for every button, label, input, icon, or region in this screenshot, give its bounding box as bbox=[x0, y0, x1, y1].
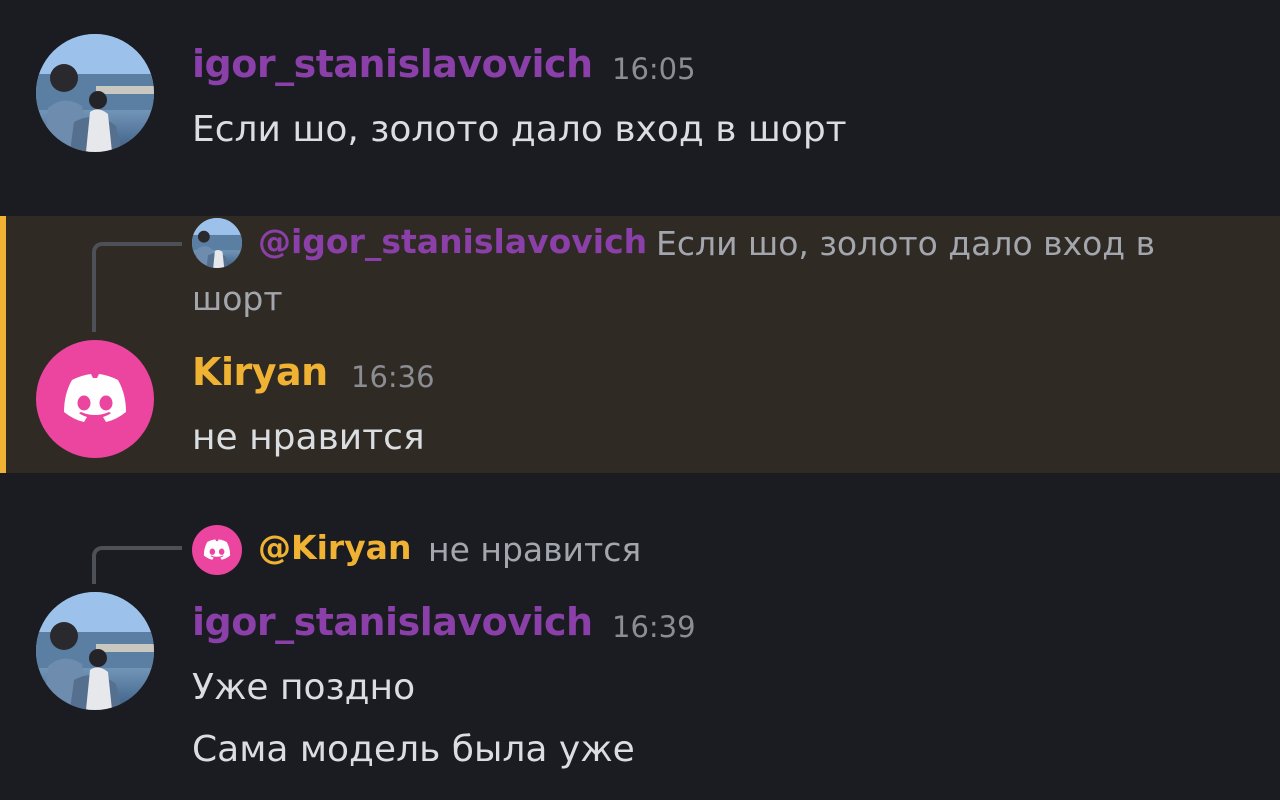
discord-logo-icon bbox=[203, 539, 231, 560]
reply-spine bbox=[92, 242, 182, 332]
reply-avatar[interactable] bbox=[192, 218, 242, 268]
message-text: не нравится bbox=[192, 417, 425, 458]
user-photo-icon bbox=[36, 592, 154, 710]
avatar[interactable] bbox=[36, 34, 154, 152]
message-timestamp: 16:36 bbox=[351, 360, 435, 394]
reply-preview-text[interactable]: не нравится bbox=[428, 523, 641, 577]
reply-mention[interactable]: @igor_stanislavovich bbox=[258, 222, 647, 261]
message-text: Уже поздно bbox=[192, 667, 416, 708]
reply-preview-text-continued[interactable]: шорт bbox=[192, 272, 283, 326]
message-author[interactable]: igor_stanislavovich bbox=[192, 600, 593, 644]
discord-logo-icon bbox=[64, 374, 126, 422]
reply-avatar[interactable] bbox=[192, 525, 242, 575]
message-author[interactable]: igor_stanislavovich bbox=[192, 42, 593, 86]
avatar[interactable] bbox=[36, 592, 154, 710]
message-timestamp: 16:05 bbox=[612, 52, 696, 86]
message-text: Если шо, золото дало вход в шорт bbox=[192, 109, 847, 150]
avatar[interactable] bbox=[36, 340, 154, 458]
message-timestamp: 16:39 bbox=[612, 610, 696, 644]
mention-highlight-bar bbox=[0, 216, 6, 473]
message-author[interactable]: Kiryan bbox=[192, 350, 328, 394]
reply-preview-text[interactable]: Если шо, золото дало вход в bbox=[656, 217, 1155, 271]
reply-spine bbox=[92, 546, 182, 584]
reply-mention[interactable]: @Kiryan bbox=[258, 528, 411, 567]
user-photo-icon bbox=[192, 218, 242, 268]
message-text: Сама модель была уже bbox=[192, 729, 635, 770]
user-photo-icon bbox=[36, 34, 154, 152]
